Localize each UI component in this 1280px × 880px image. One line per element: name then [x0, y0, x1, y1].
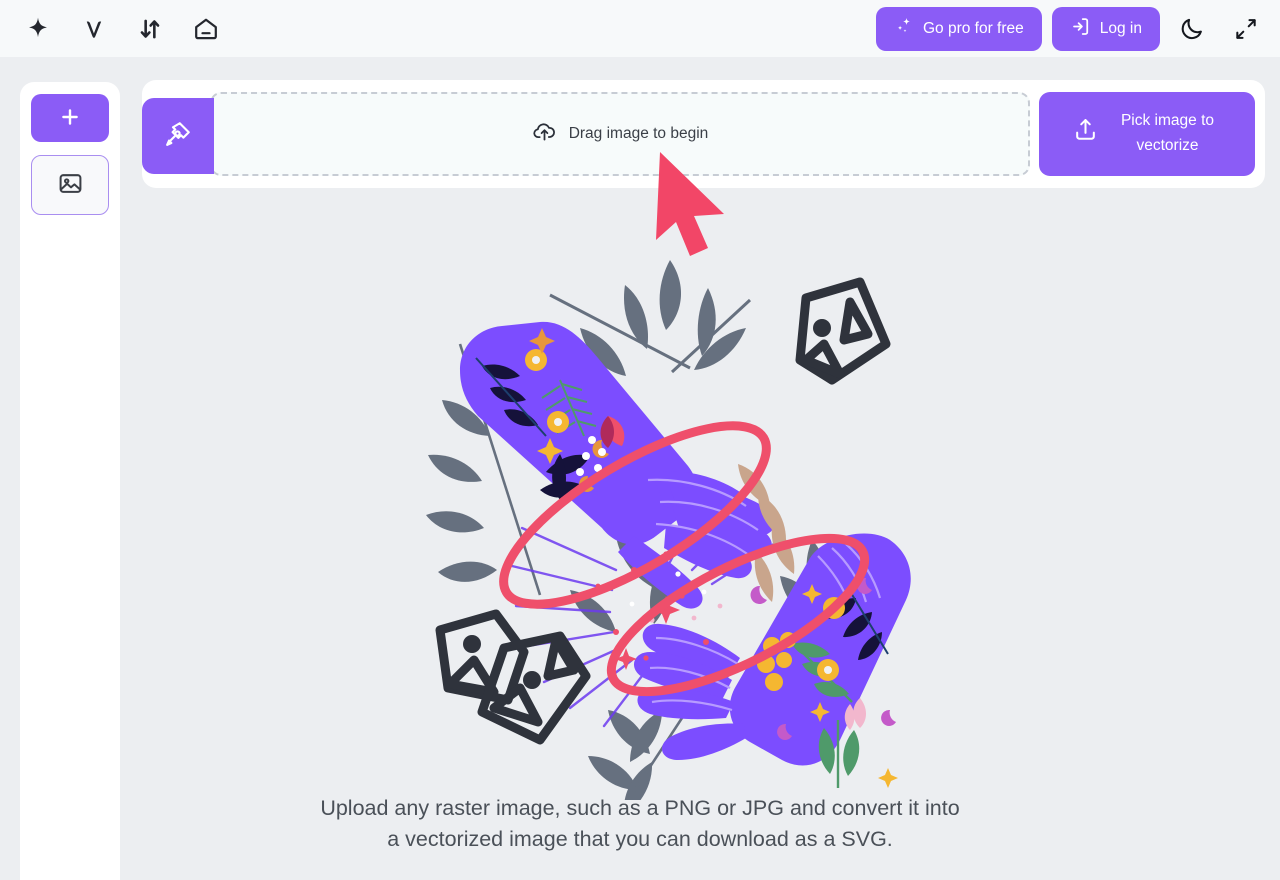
add-layer-button[interactable] [31, 94, 109, 142]
image-icon [57, 170, 84, 200]
image-dropzone[interactable]: Drag image to begin [210, 92, 1030, 176]
abstract-shape-top [795, 277, 891, 385]
pick-image-button[interactable]: Pick image to vectorize [1039, 92, 1255, 176]
home-icon[interactable] [178, 7, 234, 51]
sparkles-icon [894, 16, 914, 41]
pen-tool-icon [163, 119, 193, 154]
moon-icon[interactable] [1170, 7, 1214, 51]
go-pro-label: Go pro for free [922, 19, 1024, 37]
login-label: Log in [1099, 19, 1142, 37]
page-caption: Upload any raster image, such as a PNG o… [0, 793, 1280, 855]
top-bar-right-actions: Go pro for free Log in [875, 0, 1268, 57]
login-icon [1070, 16, 1091, 42]
transfer-arrows-icon[interactable] [122, 7, 178, 51]
go-pro-button[interactable]: Go pro for free [875, 6, 1042, 51]
red-pointer-arrow [646, 148, 738, 263]
top-bar: Go pro for free Log in [0, 0, 1280, 57]
vectorize-hero-illustration [426, 260, 911, 800]
expand-icon[interactable] [1224, 7, 1268, 51]
top-bar-left-icons [0, 7, 234, 51]
image-layer-button[interactable] [31, 155, 109, 215]
sparkle-icon[interactable] [10, 7, 66, 51]
plus-icon [58, 105, 82, 132]
login-button[interactable]: Log in [1051, 6, 1160, 51]
pen-tool-tab[interactable] [142, 98, 214, 174]
caption-line-2: a vectorized image that you can download… [387, 827, 893, 851]
cloud-upload-icon [532, 119, 557, 149]
illustration-stage [120, 200, 1280, 880]
upload-icon [1072, 116, 1099, 152]
pick-image-label: Pick image to vectorize [1120, 112, 1215, 154]
abstract-shape-bottom-right [477, 631, 591, 745]
abstract-shape-bottom-left [435, 609, 529, 705]
layers-sidebar [20, 82, 120, 880]
dropzone-label: Drag image to begin [568, 125, 709, 142]
v-logo-icon[interactable] [66, 7, 122, 51]
caption-line-1: Upload any raster image, such as a PNG o… [320, 796, 960, 820]
